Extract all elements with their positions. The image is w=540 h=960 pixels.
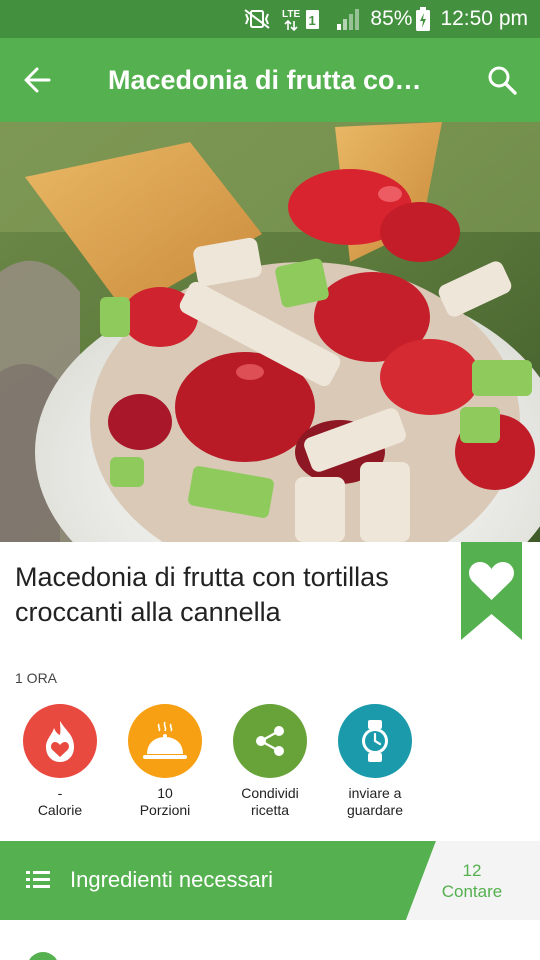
servings-label: Porzioni <box>139 802 191 818</box>
servings-value: 10 <box>157 785 173 801</box>
send-to-watch-action[interactable]: inviare a guardare <box>323 704 427 819</box>
serving-cloche-icon <box>128 704 202 778</box>
ingredients-count-label: Contare <box>441 882 503 901</box>
app-bar-title: Macedonia di frutta co… <box>108 64 422 95</box>
recipe-time: 1 ORA <box>15 670 58 686</box>
favorite-button[interactable] <box>461 542 522 640</box>
clock: 12:50 pm <box>440 7 528 30</box>
calories-value: - <box>57 785 63 801</box>
calories-action[interactable]: - Calorie <box>8 704 112 819</box>
share-action[interactable]: Condividi ricetta <box>218 704 322 819</box>
calorie-flame-icon <box>23 704 97 778</box>
list-icon <box>26 871 50 888</box>
calories-label: Calorie <box>37 802 83 818</box>
lte-signal-icon: LTE 1 <box>282 7 326 31</box>
ingredients-label: Ingredienti necessari <box>70 867 274 892</box>
ingredients-header[interactable]: Ingredienti necessari 12 Contare <box>0 841 540 920</box>
battery-percent: 85% <box>370 7 413 30</box>
recipe-title: Macedonia di frutta con tortillas crocca… <box>15 562 389 627</box>
vibrate-mute-icon <box>242 8 272 30</box>
share-label: Condividi ricetta <box>241 785 299 818</box>
ingredient-check-icon[interactable] <box>27 952 59 960</box>
lte-label: LTE <box>282 9 300 20</box>
status-bar: LTE 1 85% 12:50 pm <box>0 0 540 38</box>
ingredients-count-value: 12 <box>462 861 482 880</box>
watch-label: inviare a guardare <box>346 785 404 818</box>
share-icon <box>233 704 307 778</box>
sim-label: 1 <box>309 13 316 28</box>
battery-charging-icon <box>416 7 431 31</box>
search-button[interactable] <box>464 38 540 122</box>
recipe-photo <box>0 122 540 542</box>
recipe-actions: - Calorie 10 Porzioni Condividi ricetta … <box>0 704 540 824</box>
watch-icon <box>338 704 412 778</box>
app-bar: Macedonia di frutta co… <box>0 38 540 122</box>
ingredients-count: 12 Contare <box>430 860 514 902</box>
search-icon <box>488 66 517 95</box>
back-arrow-icon <box>24 67 51 93</box>
servings-action[interactable]: 10 Porzioni <box>113 704 217 819</box>
back-button[interactable] <box>2 38 72 122</box>
signal-bars-icon <box>336 8 360 30</box>
ingredient-list <box>0 920 540 960</box>
recipe-screen: { "status_bar": { "network": "LTE", "sim… <box>0 0 540 960</box>
